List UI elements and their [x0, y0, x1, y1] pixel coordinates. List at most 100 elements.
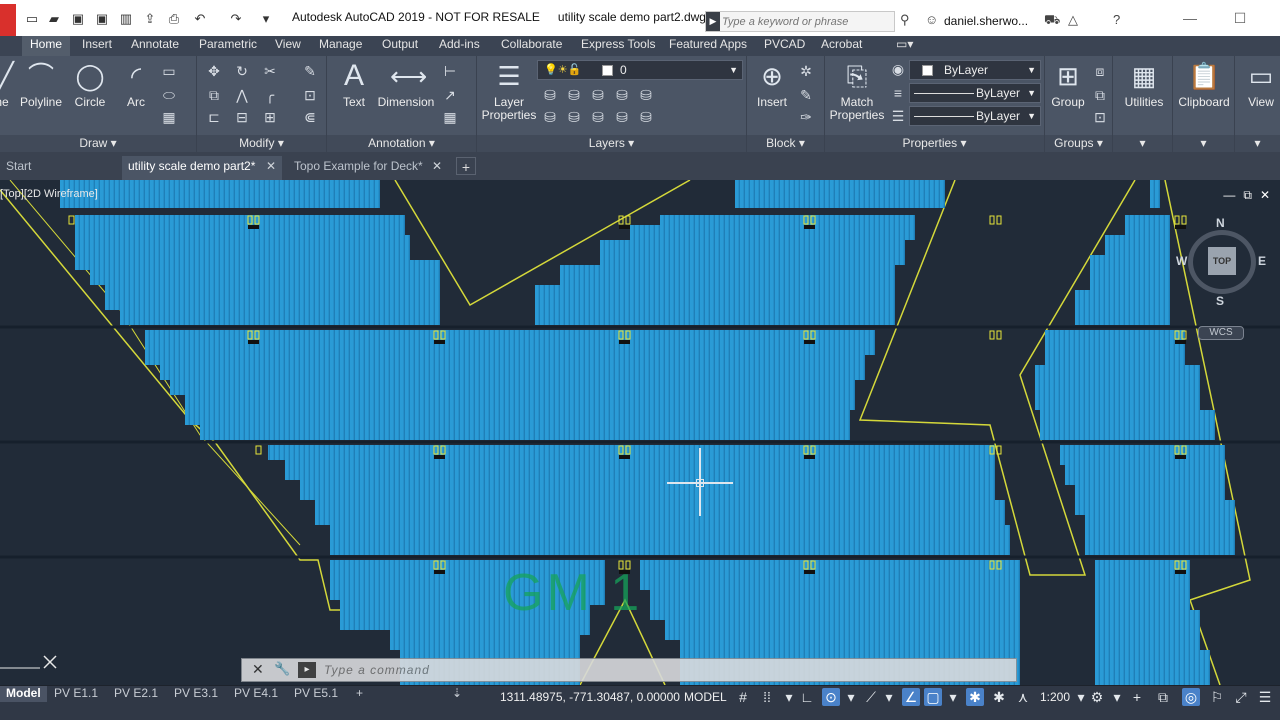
open-file-icon[interactable]: ▰ [46, 11, 62, 27]
units-icon[interactable]: ⧉ [1154, 688, 1172, 706]
block-panel-title[interactable]: Block ▾ [747, 135, 824, 152]
chevron-down-icon[interactable]: ▾ [1108, 688, 1126, 706]
color-dropdown[interactable]: ByLayer ▼ [909, 60, 1041, 80]
new-file-icon[interactable]: ▭ [24, 11, 40, 27]
view-expand[interactable]: ▾ [1235, 135, 1280, 152]
undo-icon[interactable]: ↶ [192, 11, 208, 27]
search-expand-icon[interactable]: ▶ [706, 12, 720, 31]
clipboard-expand[interactable]: ▾ [1173, 135, 1234, 152]
linetype-dropdown[interactable]: ByLayer ▼ [909, 83, 1041, 103]
a360-icon[interactable]: △ [1068, 12, 1078, 28]
erase-icon[interactable]: ✎ [301, 62, 319, 80]
autocad-logo-icon[interactable] [0, 4, 16, 36]
tab-express-tools[interactable]: Express Tools [573, 36, 663, 56]
annotation-scale-icon[interactable]: ⋏ [1014, 688, 1032, 706]
close-tab-icon[interactable]: ✕ [432, 156, 442, 177]
tab-pvcad[interactable]: PVCAD [756, 36, 813, 56]
hardware-acceleration-icon[interactable]: ◎ [1182, 688, 1200, 706]
arc-button[interactable]: ◜ Arc [116, 60, 156, 109]
compass-east[interactable]: E [1258, 254, 1266, 268]
tab-start[interactable]: Start [0, 156, 118, 180]
isodraft-icon[interactable]: ⟋ [862, 688, 880, 706]
copy-icon[interactable]: ⧉ [205, 86, 223, 104]
utilities-expand[interactable]: ▾ [1113, 135, 1172, 152]
mirror-icon[interactable]: ⋀ [233, 86, 251, 104]
minimize-icon[interactable]: — [1175, 6, 1205, 30]
draw-panel-title[interactable]: Draw ▾ [0, 135, 196, 152]
layer-tool-icon[interactable]: ⛁ [613, 86, 631, 104]
object-snap-tracking-icon[interactable]: ∠ [902, 688, 920, 706]
group-select-icon[interactable]: ⊡ [1091, 108, 1109, 126]
layer-tool-icon[interactable]: ⛁ [637, 108, 655, 126]
text-button[interactable]: A Text [335, 60, 373, 109]
fillet-icon[interactable]: ╭ [261, 86, 279, 104]
save-web-icon[interactable]: ⇪ [142, 11, 158, 27]
layer-dropdown[interactable]: 💡☀🔓 0 ▼ [537, 60, 743, 80]
viewcube-top-face[interactable]: TOP [1208, 247, 1236, 275]
chevron-down-icon[interactable]: ▾ [842, 688, 860, 706]
layout-tab[interactable]: PV E5.1 [288, 686, 344, 702]
edit-block-icon[interactable]: ✎ [797, 86, 815, 104]
tab-home[interactable]: Home [22, 36, 71, 56]
open-web-icon[interactable]: ▥ [118, 11, 134, 27]
move-icon[interactable]: ✥ [205, 62, 223, 80]
insert-block-button[interactable]: ⊕ Insert [751, 60, 793, 109]
polyline-button[interactable]: ⌒ Polyline [18, 60, 64, 109]
isolate-objects-icon[interactable]: ⚐ [1208, 688, 1226, 706]
close-icon[interactable]: ✕ [1260, 188, 1270, 202]
leader-icon[interactable]: ↗ [441, 86, 459, 104]
stretch-icon[interactable]: ⊏ [205, 108, 223, 126]
object-snap-icon[interactable]: ▢ [924, 688, 942, 706]
tab-output[interactable]: Output [374, 36, 426, 56]
minimize-icon[interactable]: — [1223, 188, 1235, 202]
chevron-down-icon[interactable]: ▾ [944, 688, 962, 706]
group-button[interactable]: ⊞ Group [1047, 60, 1089, 109]
layer-tool-icon[interactable]: ⛁ [565, 86, 583, 104]
compass-west[interactable]: W [1176, 254, 1187, 268]
annotation-visibility-icon[interactable]: ✱ [966, 688, 984, 706]
qat-dropdown-icon[interactable]: ▾ [258, 11, 274, 27]
pv-array-rows[interactable] [60, 180, 1235, 685]
search-input[interactable] [722, 13, 892, 30]
tab-parametric[interactable]: Parametric [191, 36, 265, 56]
close-icon[interactable]: ✕ [252, 661, 264, 678]
layout-tab[interactable]: PV E1.1 [48, 686, 104, 702]
tab-view[interactable]: View [267, 36, 309, 56]
help-icon[interactable]: ? [1113, 12, 1120, 27]
trim-icon[interactable]: ✂ [261, 62, 279, 80]
compass-north[interactable]: N [1216, 216, 1225, 230]
lineweight-dropdown[interactable]: ByLayer ▼ [909, 106, 1041, 126]
utilities-button[interactable]: ▦ Utilities [1117, 60, 1171, 109]
customize-icon[interactable]: ☰ [1256, 688, 1274, 706]
add-layout-icon[interactable]: + [350, 686, 369, 702]
new-tab-icon[interactable]: + [456, 157, 476, 175]
tab-featured-apps[interactable]: Featured Apps [661, 36, 755, 56]
wcs-menu[interactable]: WCS [1198, 326, 1244, 340]
layer-properties-button[interactable]: ☰ Layer Properties [481, 60, 537, 122]
layer-tool-icon[interactable]: ⛁ [637, 86, 655, 104]
layout-tab-model[interactable]: Model [0, 686, 47, 702]
coordinates-readout[interactable]: 1311.48975, -771.30487, 0.00000 [500, 690, 680, 704]
viewcube[interactable]: N W E S TOP WCS [1176, 214, 1270, 340]
create-block-icon[interactable]: ✲ [797, 62, 815, 80]
modify-panel-title[interactable]: Modify ▾ [197, 135, 326, 152]
color-wheel-icon[interactable]: ◉ [889, 60, 907, 78]
auto-scale-icon[interactable]: ✱ [990, 688, 1008, 706]
rotate-icon[interactable]: ↻ [233, 62, 251, 80]
user-name[interactable]: daniel.sherwo... [944, 14, 1028, 28]
clipboard-button[interactable]: 📋 Clipboard [1175, 60, 1233, 109]
linetype-icon[interactable]: ≡ [889, 84, 907, 102]
line-button[interactable]: ╱ne [0, 60, 14, 109]
groups-panel-title[interactable]: Groups ▾ [1045, 135, 1112, 152]
tab-utility-scale-demo[interactable]: utility scale demo part2* ✕ [122, 156, 282, 180]
tab-topo-example[interactable]: Topo Example for Deck* ✕ [288, 156, 448, 180]
layout-tab[interactable]: PV E4.1 [228, 686, 284, 702]
search-box[interactable]: ▶ [705, 11, 895, 32]
save-icon[interactable]: ▣ [70, 11, 86, 27]
tab-insert[interactable]: Insert [74, 36, 120, 56]
clean-screen-icon[interactable]: ⤢ [1232, 688, 1250, 706]
layer-tool-icon[interactable]: ⛁ [589, 108, 607, 126]
attribute-icon[interactable]: ✑ [797, 108, 815, 126]
table-icon[interactable]: ▦ [441, 108, 459, 126]
tab-collaborate[interactable]: Collaborate [493, 36, 570, 56]
